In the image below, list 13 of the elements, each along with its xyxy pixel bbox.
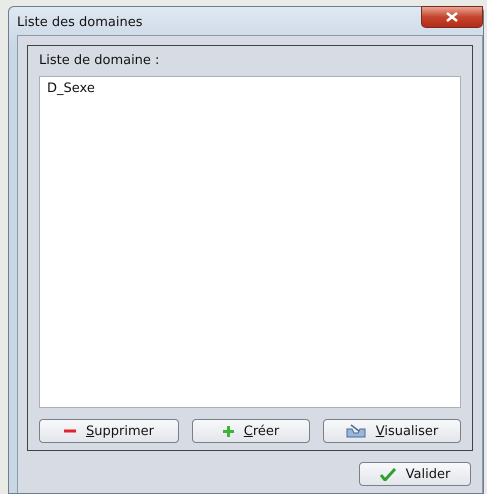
- minus-icon: [64, 429, 76, 433]
- tray-icon: [346, 424, 366, 438]
- delete-button[interactable]: Supprimer: [39, 419, 179, 443]
- check-icon: [380, 468, 396, 480]
- list-item[interactable]: D_Sexe: [46, 81, 96, 96]
- close-icon: [446, 12, 458, 22]
- window-title: Liste des domaines: [17, 15, 142, 30]
- view-button[interactable]: Visualiser: [323, 419, 461, 443]
- confirm-button[interactable]: Valider: [359, 462, 471, 486]
- close-button[interactable]: [421, 6, 483, 28]
- plus-icon: [222, 426, 234, 436]
- create-button[interactable]: Créer: [192, 419, 310, 443]
- list-label: Liste de domaine :: [39, 53, 160, 68]
